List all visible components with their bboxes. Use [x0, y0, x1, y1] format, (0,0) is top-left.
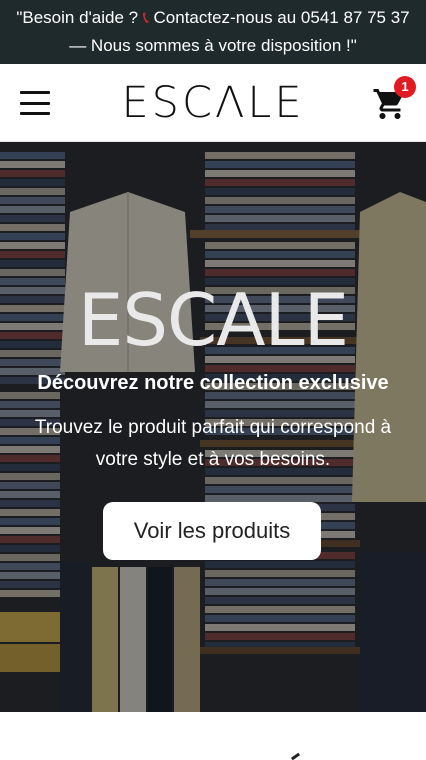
announcement-text-start: "Besoin d'aide ?: [16, 8, 143, 27]
hero-banner: ESCALE Découvrez notre collection exclus…: [0, 142, 426, 712]
hero-description: Trouvez le produit parfait qui correspon…: [34, 417, 392, 470]
view-products-button[interactable]: Voir les produits: [103, 502, 321, 560]
announcement-text: "Besoin d'aide ? 📞︎ Contactez-nous au 05…: [6, 4, 420, 60]
next-section: [0, 712, 426, 760]
site-logo[interactable]: ESCΛLE: [0, 78, 426, 128]
announcement-bar: "Besoin d'aide ? 📞︎ Contactez-nous au 05…: [0, 0, 426, 64]
cart-count-badge: 1: [394, 76, 416, 98]
site-header: ESCΛLE: [0, 64, 426, 142]
hero-title: ESCALE: [77, 278, 349, 362]
hero-subtitle: Découvrez notre collection exclusive: [37, 372, 389, 394]
